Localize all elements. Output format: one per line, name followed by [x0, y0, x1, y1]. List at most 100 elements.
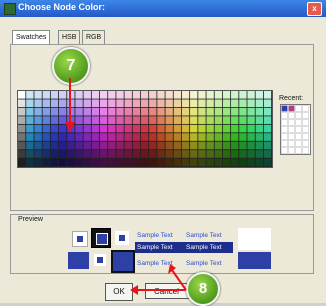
- color-swatch[interactable]: [50, 99, 59, 108]
- color-swatch[interactable]: [108, 158, 116, 167]
- color-swatch[interactable]: [108, 150, 116, 158]
- color-swatch[interactable]: [157, 91, 165, 99]
- color-swatch[interactable]: [116, 133, 124, 141]
- color-swatch[interactable]: [124, 141, 132, 150]
- color-swatch[interactable]: [91, 133, 100, 141]
- color-swatch[interactable]: [26, 124, 34, 133]
- color-swatch[interactable]: [75, 91, 83, 99]
- color-swatch[interactable]: [34, 91, 42, 99]
- color-swatch[interactable]: [173, 124, 182, 133]
- color-swatch[interactable]: [108, 141, 116, 150]
- color-swatch[interactable]: [255, 124, 263, 133]
- color-swatch[interactable]: [42, 116, 50, 124]
- color-swatch[interactable]: [99, 133, 108, 141]
- color-swatch[interactable]: [18, 150, 26, 158]
- color-swatch[interactable]: [83, 124, 91, 133]
- color-swatch[interactable]: [239, 116, 247, 124]
- color-swatch[interactable]: [124, 91, 132, 99]
- color-swatch[interactable]: [239, 141, 247, 150]
- color-swatch[interactable]: [91, 91, 100, 99]
- color-swatch[interactable]: [124, 107, 132, 116]
- color-swatch[interactable]: [231, 158, 239, 167]
- color-swatch[interactable]: [247, 116, 255, 124]
- color-swatch[interactable]: [26, 107, 34, 116]
- color-swatch[interactable]: [75, 107, 83, 116]
- color-swatch[interactable]: [190, 116, 198, 124]
- color-swatch[interactable]: [75, 99, 83, 108]
- color-swatch[interactable]: [214, 124, 223, 133]
- color-swatch[interactable]: [214, 107, 223, 116]
- color-swatch[interactable]: [124, 150, 132, 158]
- tab-hsb[interactable]: HSB: [58, 30, 81, 44]
- color-swatch[interactable]: [239, 91, 247, 99]
- color-swatch[interactable]: [50, 158, 59, 167]
- recent-swatch[interactable]: [302, 147, 309, 154]
- color-swatch[interactable]: [181, 124, 190, 133]
- color-swatch[interactable]: [190, 150, 198, 158]
- color-swatch[interactable]: [50, 141, 59, 150]
- color-swatch[interactable]: [99, 91, 108, 99]
- color-swatch[interactable]: [18, 99, 26, 108]
- color-swatch[interactable]: [255, 116, 263, 124]
- color-swatch[interactable]: [190, 141, 198, 150]
- color-swatch[interactable]: [140, 99, 149, 108]
- color-swatch[interactable]: [181, 99, 190, 108]
- recent-swatch[interactable]: [281, 147, 288, 154]
- color-swatch[interactable]: [198, 158, 206, 167]
- color-swatch[interactable]: [149, 116, 157, 124]
- color-swatch[interactable]: [239, 133, 247, 141]
- recent-swatch[interactable]: [288, 112, 295, 119]
- color-swatch[interactable]: [206, 107, 214, 116]
- color-swatch[interactable]: [91, 158, 100, 167]
- ok-button[interactable]: OK: [105, 283, 133, 301]
- color-swatch[interactable]: [42, 141, 50, 150]
- close-button[interactable]: x: [307, 2, 322, 16]
- color-swatch[interactable]: [198, 91, 206, 99]
- color-swatch[interactable]: [231, 107, 239, 116]
- color-swatch[interactable]: [190, 107, 198, 116]
- color-swatch[interactable]: [173, 107, 182, 116]
- color-swatch[interactable]: [247, 91, 255, 99]
- color-swatch[interactable]: [173, 133, 182, 141]
- color-swatch[interactable]: [18, 158, 26, 167]
- color-swatch[interactable]: [116, 158, 124, 167]
- color-swatch[interactable]: [263, 107, 272, 116]
- color-swatch[interactable]: [75, 116, 83, 124]
- color-swatch[interactable]: [263, 91, 272, 99]
- color-swatch[interactable]: [239, 99, 247, 108]
- color-swatch[interactable]: [263, 133, 272, 141]
- color-swatch[interactable]: [42, 91, 50, 99]
- color-swatch[interactable]: [116, 91, 124, 99]
- color-swatch[interactable]: [165, 150, 173, 158]
- recent-swatch[interactable]: [295, 133, 302, 140]
- color-swatch[interactable]: [149, 107, 157, 116]
- color-swatch[interactable]: [132, 99, 141, 108]
- color-swatch[interactable]: [18, 133, 26, 141]
- color-swatch[interactable]: [222, 116, 231, 124]
- color-swatch[interactable]: [116, 99, 124, 108]
- color-swatch[interactable]: [198, 99, 206, 108]
- color-swatch[interactable]: [222, 141, 231, 150]
- color-swatch[interactable]: [157, 141, 165, 150]
- color-swatch[interactable]: [157, 116, 165, 124]
- color-swatch[interactable]: [222, 91, 231, 99]
- recent-swatch[interactable]: [281, 140, 288, 147]
- color-swatch[interactable]: [99, 141, 108, 150]
- color-swatch[interactable]: [190, 99, 198, 108]
- color-swatch[interactable]: [140, 116, 149, 124]
- recent-swatch[interactable]: [288, 133, 295, 140]
- color-swatch[interactable]: [198, 116, 206, 124]
- recent-swatch[interactable]: [295, 119, 302, 126]
- recent-swatch[interactable]: [295, 105, 302, 112]
- recent-swatch[interactable]: [302, 140, 309, 147]
- color-swatch[interactable]: [206, 91, 214, 99]
- color-swatch[interactable]: [231, 150, 239, 158]
- color-swatch[interactable]: [198, 133, 206, 141]
- color-swatch[interactable]: [247, 124, 255, 133]
- color-swatch[interactable]: [214, 158, 223, 167]
- color-swatch[interactable]: [26, 141, 34, 150]
- color-swatch[interactable]: [206, 124, 214, 133]
- color-swatch[interactable]: [222, 133, 231, 141]
- color-swatch[interactable]: [124, 158, 132, 167]
- color-swatch[interactable]: [263, 116, 272, 124]
